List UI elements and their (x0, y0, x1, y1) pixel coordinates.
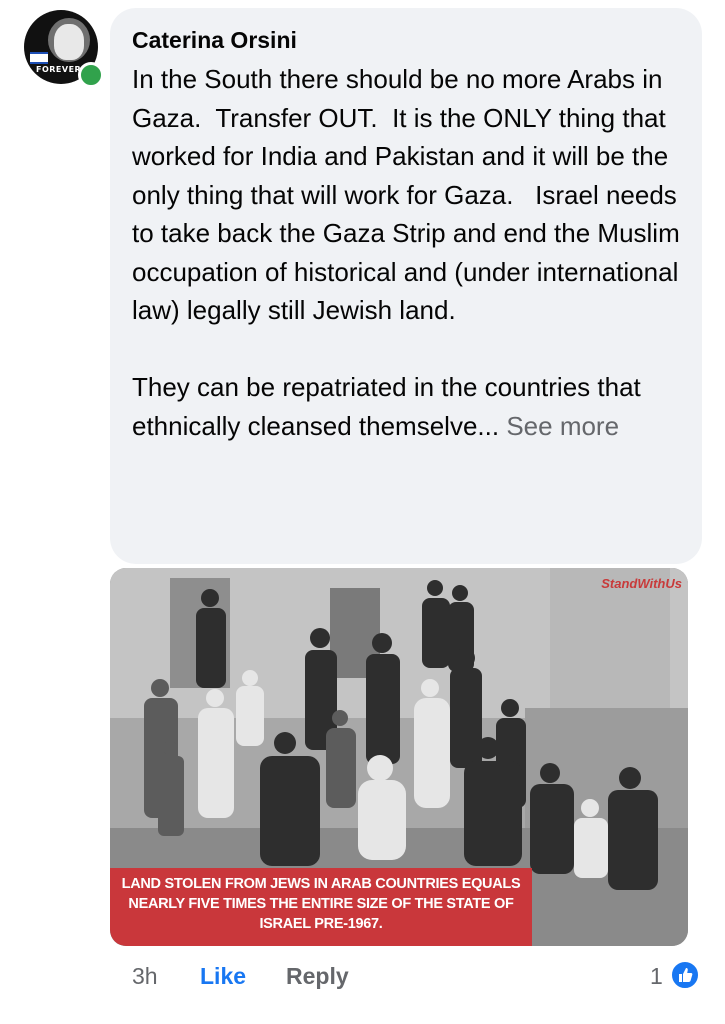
attached-photo[interactable]: StandWithUs LAND STOLEN FROM JEWS IN ARA… (110, 568, 688, 946)
image-caption-banner: LAND STOLEN FROM JEWS IN ARAB COUNTRIES … (110, 868, 532, 946)
comment-paragraph-2: They can be repatriated in the countries… (132, 368, 692, 445)
comment-bubble: Caterina Orsini In the South there shoul… (110, 8, 702, 564)
watermark-logo: StandWithUs (601, 576, 682, 591)
comment-body: In the South there should be no more Ara… (132, 60, 692, 445)
reaction-count[interactable]: 1 (650, 963, 663, 990)
israel-flag-graphic (30, 52, 48, 64)
like-button[interactable]: Like (200, 963, 246, 990)
online-status-dot (78, 62, 104, 88)
comment-paragraph-1: In the South there should be no more Ara… (132, 64, 687, 325)
image-caption: LAND STOLEN FROM JEWS IN ARAB COUNTRIES … (121, 876, 521, 932)
lion-graphic (54, 24, 84, 60)
see-more-link[interactable]: See more (506, 411, 619, 441)
avatar-caption: FOREVER (36, 65, 82, 74)
thumbs-up-icon[interactable] (670, 960, 700, 990)
comment-actions: 3h Like Reply 1 (110, 958, 702, 998)
comment-author[interactable]: Caterina Orsini (132, 27, 297, 54)
comment-timestamp[interactable]: 3h (132, 963, 158, 990)
reply-button[interactable]: Reply (286, 963, 349, 990)
